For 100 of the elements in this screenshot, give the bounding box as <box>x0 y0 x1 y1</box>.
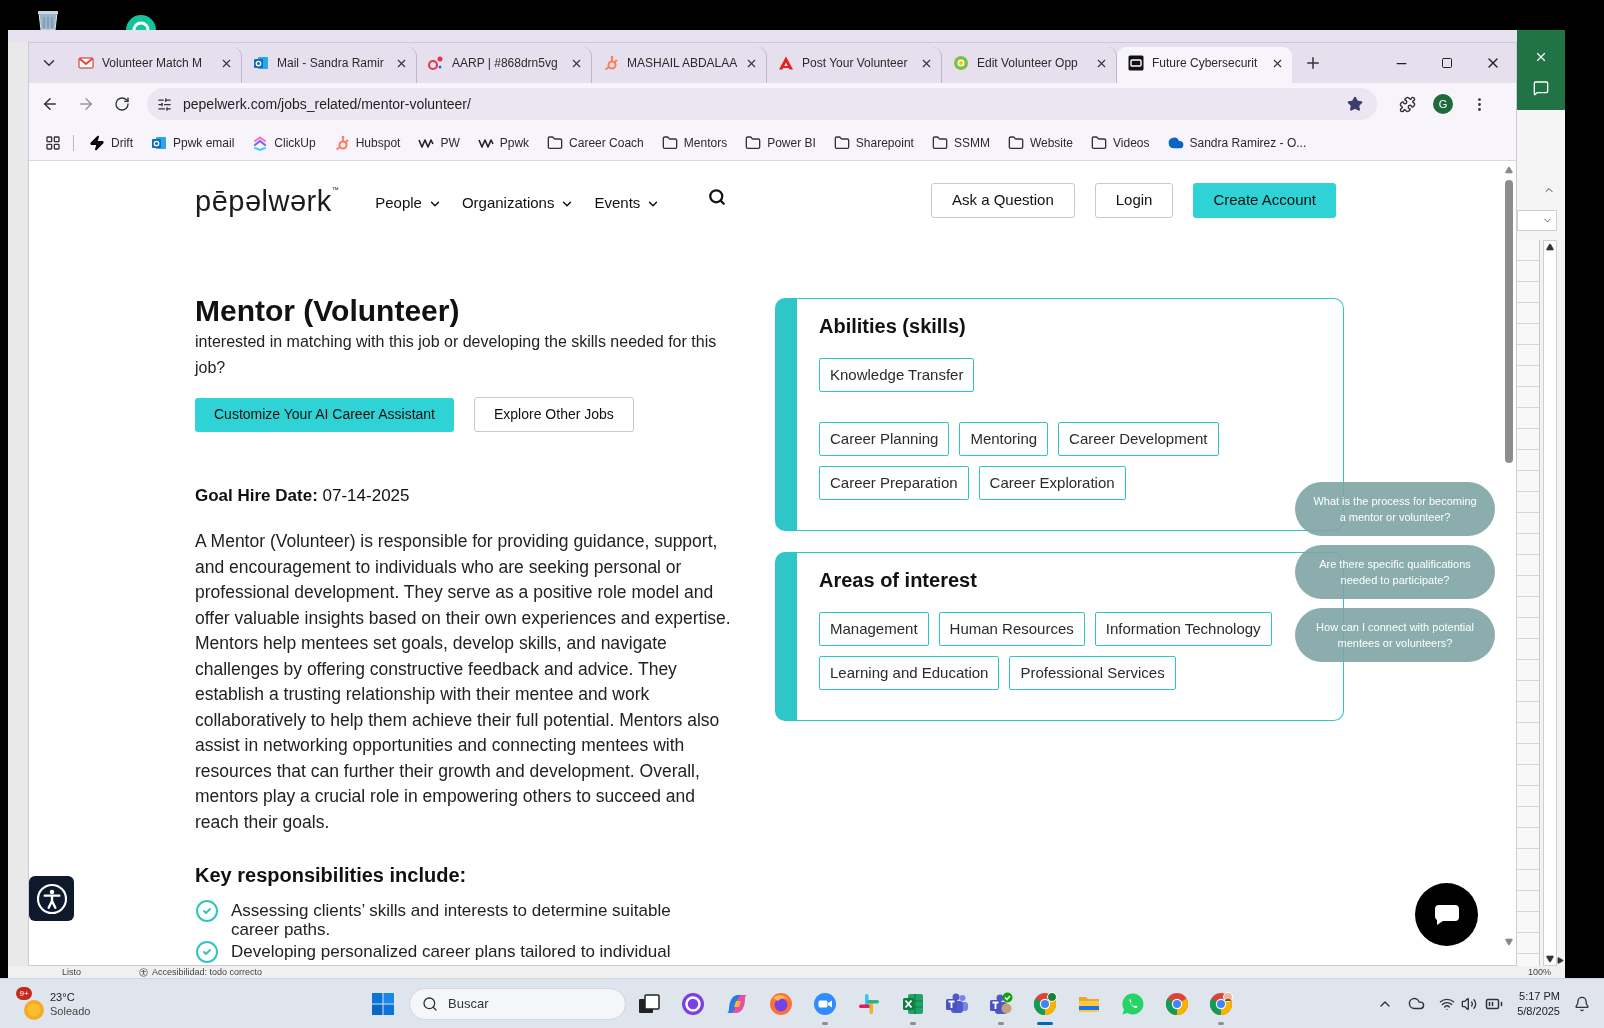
status-text: Accesibilidad: todo correcto <box>152 967 263 977</box>
bookmark-link[interactable]: ClickUp <box>243 128 325 157</box>
responsibilities-heading: Key responsibilities include: <box>195 863 468 888</box>
bookmark-folder[interactable]: Website <box>998 128 1083 157</box>
dots-icon <box>428 55 444 71</box>
skill-tag: Information Technology <box>1094 612 1272 646</box>
folder-icon <box>931 134 948 151</box>
bookmark-folder[interactable]: Mentors <box>652 128 737 157</box>
check-circle-icon <box>195 940 219 964</box>
scroll-right-icon[interactable] <box>1557 957 1564 964</box>
skill-tag: Management <box>819 612 929 646</box>
notification-badge: 9+ <box>16 987 32 1000</box>
bookmark-star-icon[interactable] <box>1347 96 1363 112</box>
start-icon[interactable] <box>372 992 394 1015</box>
mail-tile-icon <box>253 55 269 71</box>
weather-condition: Soleado <box>50 1003 91 1018</box>
header-button[interactable]: Login <box>1094 183 1174 218</box>
career-assistant-button[interactable]: Customize Your AI Career Assistant <box>195 397 454 432</box>
folder-icon <box>745 134 762 151</box>
create-account-button[interactable]: Create Account <box>1193 183 1336 218</box>
zoom-level: 100% <box>1527 967 1551 977</box>
job-intro: interested in matching with this job or developing the skills needed for this job? <box>195 332 718 378</box>
profile-avatar[interactable]: G <box>1433 94 1453 114</box>
browser-profile-icon[interactable] <box>1209 991 1233 1016</box>
people-tile-icon[interactable] <box>945 991 969 1016</box>
volume-icon[interactable] <box>1461 995 1478 1012</box>
person-in-circle-icon <box>35 882 68 915</box>
window-stack-icon[interactable] <box>637 991 661 1016</box>
comment-icon[interactable] <box>1533 80 1549 96</box>
scrollbar-thumb[interactable] <box>1504 180 1513 463</box>
spreadsheet-icon[interactable] <box>901 991 925 1016</box>
people-tile-check-icon[interactable] <box>989 991 1013 1016</box>
taskbar-search-button[interactable]: Buscar <box>409 987 626 1020</box>
skill-tag: Career Development <box>1058 422 1219 456</box>
envelope-icon <box>78 55 94 71</box>
clock[interactable]: 5:17 PM 5/8/2025 <box>1517 988 1560 1019</box>
close-icon[interactable] <box>1534 50 1548 64</box>
skill-tag: Knowledge Transfer <box>819 358 975 392</box>
browser-tab[interactable]: Future Cybersecurit <box>1117 47 1292 83</box>
bookmark-link[interactable]: Ppwk email <box>142 128 244 157</box>
bookmark-link[interactable]: Hubspot <box>324 128 410 157</box>
bookmark-folder[interactable]: Career Coach <box>538 128 653 157</box>
responsibility-text: Developing personalized career plans tailored to individual <box>231 942 672 963</box>
extensions-icon[interactable] <box>1398 95 1416 113</box>
browser-icon[interactable] <box>1165 991 1189 1016</box>
skill-tag: Human Resources <box>938 612 1085 646</box>
folder-icon <box>1007 134 1024 151</box>
skill-tag: Career Planning <box>819 422 950 456</box>
header-button[interactable]: Ask a Question <box>931 183 1075 218</box>
browser-badge-icon[interactable] <box>1033 991 1057 1016</box>
job-description: A Mentor (Volunteer) is responsible for providing guidance, support, and encouragement to individuals who are seeking personal or professional development. They serve as a positive role model and offer valuable insights based on their own experiences and expertise. Mentors help mentees set goals, develop skills, and navigate challenges by offering constructive feedback and advice. They establish a trusting relationship with their mentee and work collaboratively to help them achieve their full potential. Mentors also assist in networking opportunities and connecting mentees with resources that can further their growth and development. Overall, mentors play a crucial role in empowering others to succeed and reach their goals. <box>195 530 732 834</box>
forward-icon[interactable] <box>77 95 95 113</box>
reload-icon[interactable] <box>114 96 130 112</box>
job-title: Mentor (Volunteer) <box>195 293 461 329</box>
url-text: pepelwerk.com/jobs_related/mentor-volunteer/ <box>183 94 471 114</box>
chevrons-icon <box>252 134 269 151</box>
new-tab-icon[interactable] <box>1304 54 1322 72</box>
section-heading: Areas of interest <box>819 568 978 592</box>
bookmark-folder[interactable]: Videos <box>1082 128 1159 157</box>
address-bar[interactable]: pepelwerk.com/jobs_related/mentor-volunteer/ <box>147 88 1377 120</box>
bookmark-link[interactable]: Drift <box>80 128 142 157</box>
globe-icon[interactable] <box>769 991 793 1016</box>
bookmark-folder[interactable]: Power BI <box>736 128 825 157</box>
bookmark-link[interactable]: Sandra Ramirez - O... <box>1158 128 1316 157</box>
bookmark-folder[interactable]: Sharepoint <box>824 128 923 157</box>
logo-tile-icon <box>1128 55 1144 71</box>
ring-icon[interactable] <box>681 991 705 1016</box>
mail-tile-icon <box>151 134 167 151</box>
recycle-bin-icon[interactable] <box>36 10 60 30</box>
scroll-down-icon[interactable] <box>1545 955 1554 963</box>
video-camera-icon[interactable] <box>813 991 837 1016</box>
bookmark-link[interactable]: PW <box>409 128 469 157</box>
scroll-up-icon[interactable] <box>1545 243 1554 251</box>
triangle-icon <box>778 55 794 71</box>
hash-icon[interactable] <box>857 991 881 1016</box>
nav-menu-button[interactable]: Events <box>594 192 661 215</box>
back-icon[interactable] <box>41 95 59 113</box>
search-icon[interactable] <box>708 187 727 206</box>
maximize-icon[interactable] <box>1441 57 1453 69</box>
section-heading: Abilities (skills) <box>819 314 967 338</box>
folder-icon <box>547 134 564 151</box>
bookmark-link[interactable]: Ppwk <box>468 128 539 157</box>
notifications-icon[interactable] <box>1574 995 1590 1012</box>
search-icon <box>422 995 438 1012</box>
responsibility-text: Assessing clients’ skills and interests to determine suitable career paths. <box>231 901 672 939</box>
accessibility-button[interactable] <box>29 876 74 921</box>
folder-icon <box>661 134 678 151</box>
skill-tag: Career Preparation <box>819 466 969 500</box>
nav-menu-button[interactable]: People <box>375 192 442 215</box>
chat-bubble-icon <box>1433 903 1460 926</box>
explore-jobs-button[interactable]: Explore Other Jobs <box>474 397 634 432</box>
sprocket-icon <box>603 55 619 71</box>
nav-menu-button[interactable]: Organizations <box>461 192 575 215</box>
person-in-circle-icon <box>139 967 148 977</box>
cloud-icon[interactable] <box>1408 995 1426 1012</box>
ring-icon <box>953 55 969 71</box>
bookmark-folder[interactable]: SSMM <box>922 128 999 157</box>
skill-tag: Professional Services <box>1009 656 1176 690</box>
apps-grid-icon[interactable] <box>45 134 61 151</box>
site-settings-icon[interactable] <box>157 96 172 112</box>
